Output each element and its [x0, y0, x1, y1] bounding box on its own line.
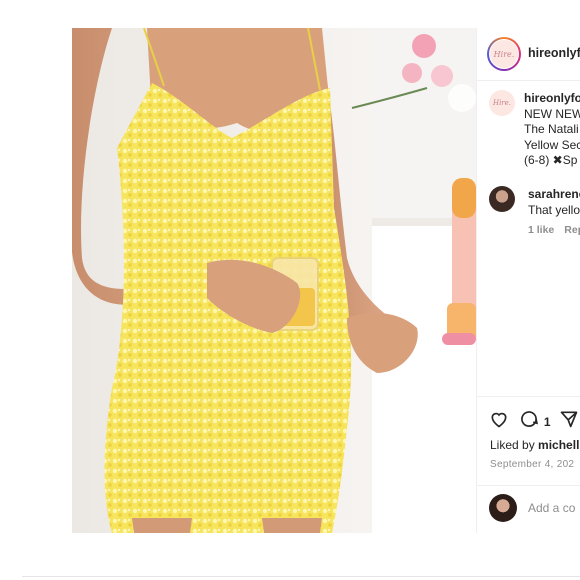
comment-text: That yello — [528, 203, 580, 217]
post-date[interactable]: September 4, 202 — [490, 459, 574, 470]
caption-line: Yellow Sec — [524, 137, 580, 152]
comment-meta: 1 like Rep — [528, 224, 580, 236]
share-icon[interactable] — [559, 409, 579, 434]
current-user-avatar — [489, 494, 517, 522]
liked-by-user[interactable]: michell — [538, 438, 579, 452]
caption-line: NEW NEW — [524, 106, 580, 121]
comment-icon[interactable] — [519, 409, 539, 434]
instagram-post: Hire. hireonlyfo Hire. hireonlyfo NEW NE… — [72, 28, 580, 533]
caption-line: (6-8) ✖Sp — [524, 153, 578, 167]
heart-icon[interactable] — [489, 409, 509, 434]
liked-by: Liked by michell — [490, 438, 579, 452]
caption-line: The Natali — [524, 122, 579, 136]
caption: hireonlyfo NEW NEW The Natali Yellow Sec… — [524, 91, 580, 169]
comment-count: 1 — [543, 414, 551, 429]
author-username[interactable]: hireonlyfo — [528, 46, 580, 60]
comment-likes[interactable]: 1 like — [528, 224, 554, 236]
commenter-avatar[interactable] — [489, 186, 515, 212]
caption-username[interactable]: hireonlyfo — [524, 91, 580, 105]
liked-by-prefix: Liked by — [490, 438, 535, 452]
caption-avatar[interactable]: Hire. — [489, 90, 515, 116]
add-comment-row — [477, 485, 580, 530]
author-avatar[interactable]: Hire. — [487, 37, 521, 71]
divider — [22, 576, 580, 577]
comment: sarahrene That yello — [528, 186, 580, 218]
post-header: Hire. hireonlyfo — [477, 28, 580, 81]
post-photo[interactable] — [72, 28, 476, 533]
comment-reply-button[interactable]: Rep — [564, 224, 580, 236]
author-avatar-logo: Hire. — [489, 39, 519, 69]
post-actions: 1 Liked by michell September 4, 202 — [477, 396, 580, 529]
add-comment-input[interactable] — [528, 501, 580, 515]
comment-username[interactable]: sarahrene — [528, 187, 580, 201]
post-side-panel: Hire. hireonlyfo Hire. hireonlyfo NEW NE… — [476, 28, 580, 533]
yellow-sequin-dress-photo — [72, 28, 476, 533]
